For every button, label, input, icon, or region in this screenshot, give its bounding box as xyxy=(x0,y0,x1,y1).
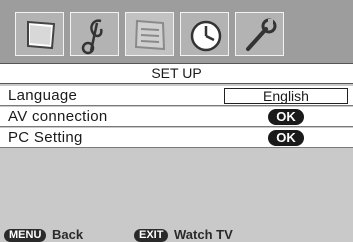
pc-setting-row[interactable]: PC Setting OK xyxy=(0,128,353,148)
menu-title: SET UP xyxy=(0,63,353,84)
language-value[interactable]: English xyxy=(224,88,348,104)
picture-tab[interactable] xyxy=(15,12,64,56)
pc-setting-ok-button[interactable]: OK xyxy=(268,130,304,146)
timer-tab[interactable] xyxy=(180,12,229,56)
watch-tv-label: Watch TV xyxy=(174,227,233,242)
setup-icon xyxy=(134,19,166,51)
back-label: Back xyxy=(52,227,84,242)
menu-key[interactable]: MENU xyxy=(4,229,47,242)
timer-icon xyxy=(190,20,222,52)
installation-tab[interactable] xyxy=(235,12,284,56)
wrench-icon xyxy=(246,18,277,51)
menu-icon-bar xyxy=(0,0,353,64)
sound-tab[interactable] xyxy=(70,12,119,56)
footer-hints: MENU Back EXIT Watch TV xyxy=(0,228,353,242)
sound-icon xyxy=(81,19,103,55)
pc-setting-label: PC Setting xyxy=(8,129,83,146)
language-label: Language xyxy=(8,87,78,104)
setup-tab[interactable] xyxy=(125,12,174,56)
av-connection-ok-button[interactable]: OK xyxy=(268,109,304,125)
menu-empty-area xyxy=(0,150,353,232)
language-row[interactable]: Language English xyxy=(0,86,353,106)
av-connection-label: AV connection xyxy=(8,108,108,125)
setup-menu-screen: SET UP Language English AV connection OK… xyxy=(0,0,353,242)
exit-key[interactable]: EXIT xyxy=(134,229,169,242)
picture-icon xyxy=(27,20,56,50)
av-connection-row[interactable]: AV connection OK xyxy=(0,107,353,127)
